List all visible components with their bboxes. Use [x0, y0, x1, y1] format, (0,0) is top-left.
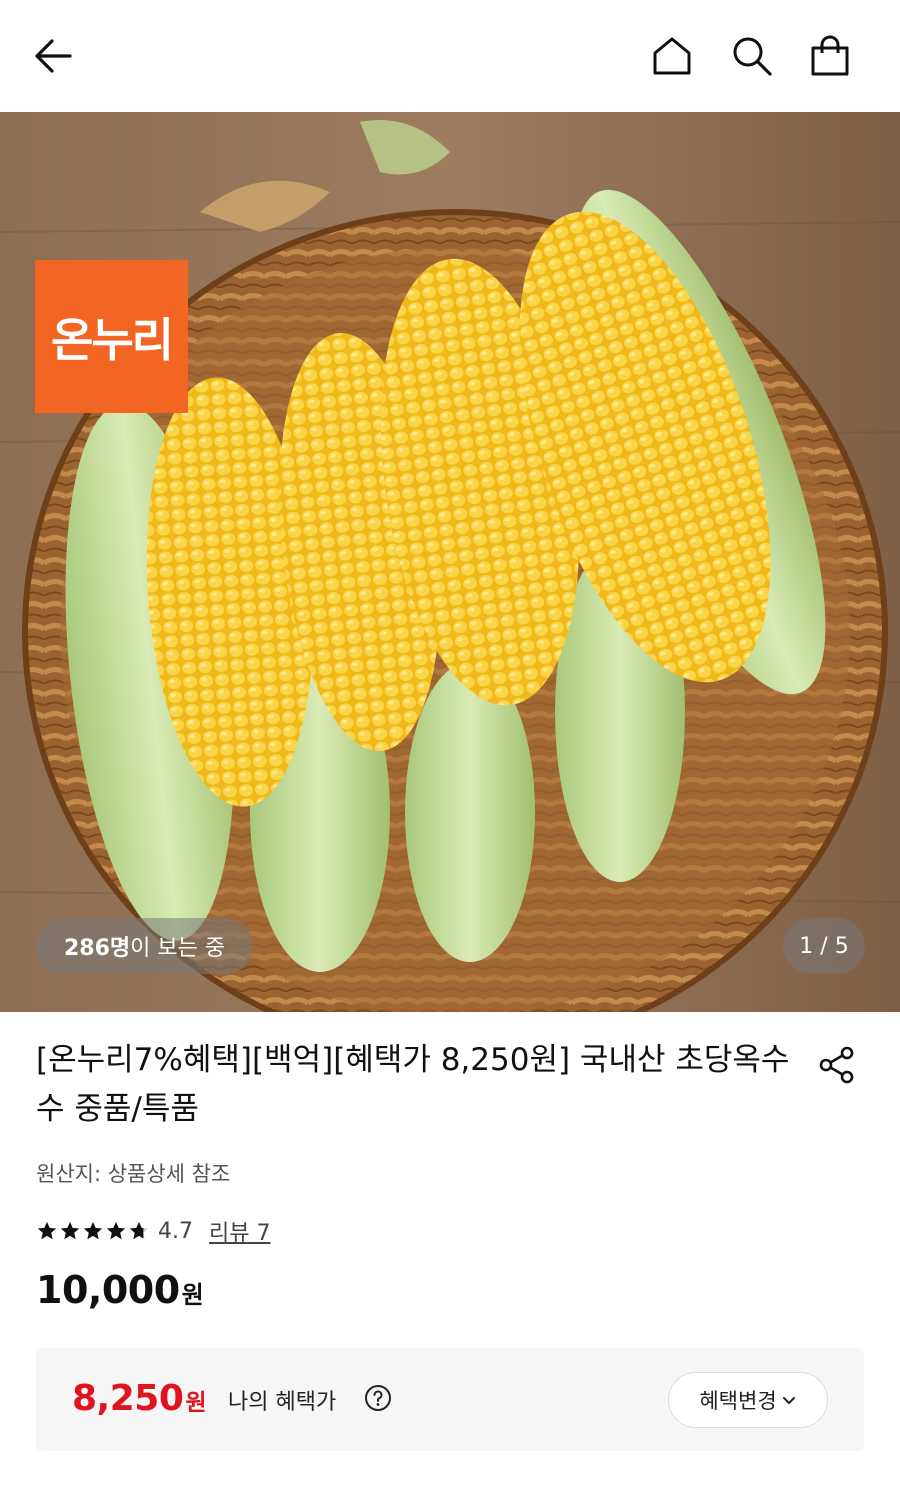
- search-icon: [733, 37, 772, 76]
- viewer-count-badge: 286명 이 보는 중: [36, 918, 254, 974]
- share-icon: [819, 1046, 854, 1084]
- original-price: 10,000 원: [36, 1268, 204, 1312]
- search-button[interactable]: [728, 32, 776, 80]
- image-pager: 1 / 5: [783, 918, 865, 974]
- benefit-price-box: 8,250 원 나의 혜택가 혜택변경: [36, 1348, 864, 1451]
- star-partial-icon: [129, 1221, 149, 1240]
- change-benefit-label: 혜택변경: [699, 1389, 777, 1413]
- viewer-count: 286명: [64, 936, 131, 961]
- product-photo: [0, 112, 900, 1012]
- product-image-carousel[interactable]: 온누리: [0, 112, 900, 1012]
- star-full-icon: [37, 1221, 57, 1240]
- arrow-left-icon: [35, 39, 72, 73]
- onnuri-brand-logo: 온누리: [35, 260, 188, 413]
- star-full-icon: [83, 1221, 103, 1240]
- chevron-down-icon: [782, 1397, 795, 1404]
- benefit-price-unit: 원: [185, 1390, 207, 1416]
- home-icon: [653, 37, 691, 75]
- brand-logo-text: 온누리: [51, 312, 174, 367]
- price-unit: 원: [181, 1281, 204, 1309]
- rating-row: 4.7 리뷰 7: [36, 1214, 270, 1248]
- viewer-suffix: 이 보는 중: [130, 936, 226, 961]
- benefit-price: 8,250 원: [72, 1378, 207, 1419]
- price-value: 10,000: [36, 1268, 180, 1312]
- shopping-bag-icon: [811, 35, 849, 76]
- share-button[interactable]: [812, 1040, 862, 1090]
- change-benefit-button[interactable]: 혜택변경: [668, 1372, 828, 1428]
- review-link[interactable]: 리뷰 7: [209, 1215, 270, 1247]
- back-button[interactable]: [28, 32, 76, 80]
- cart-button[interactable]: [806, 32, 854, 80]
- rating-stars: [36, 1220, 150, 1242]
- product-title: [온누리7%혜택][백억][혜택가 8,250원] 국내산 초당옥수수 중품/특…: [36, 1042, 790, 1127]
- top-app-bar: [0, 0, 900, 112]
- rating-value: 4.7: [158, 1218, 193, 1244]
- home-button[interactable]: [648, 32, 696, 80]
- origin-info: 원산지: 상품상세 참조: [36, 1162, 231, 1186]
- question-circle-icon[interactable]: [364, 1384, 392, 1412]
- benefit-price-value: 8,250: [72, 1378, 184, 1419]
- benefit-label: 나의 혜택가: [228, 1390, 337, 1415]
- star-full-icon: [60, 1221, 80, 1240]
- star-full-icon: [106, 1221, 126, 1240]
